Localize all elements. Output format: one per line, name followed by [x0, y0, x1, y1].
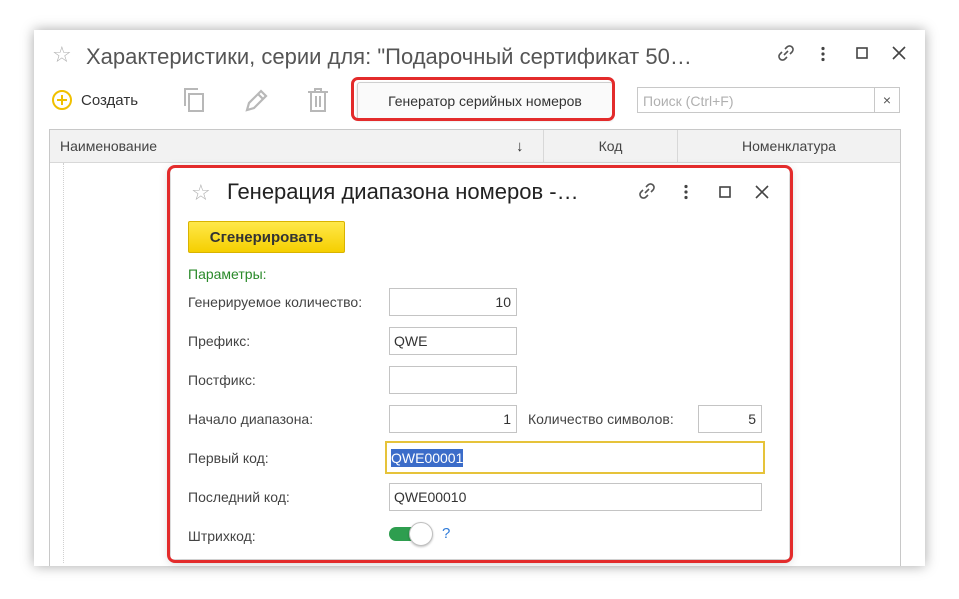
delete-trash-icon[interactable]: [306, 87, 330, 118]
window-title: Характеристики, серии для: "Подарочный с…: [86, 44, 692, 69]
create-button-label: Создать: [81, 91, 139, 109]
copy-icon[interactable]: [181, 86, 207, 119]
maximize-icon[interactable]: [856, 47, 868, 63]
link-icon[interactable]: [776, 43, 796, 67]
window-title-bar: ☆ Характеристики, серии для: "Подарочный…: [34, 30, 925, 80]
toolbar: Создать Генератор серийных номеров ×: [34, 77, 925, 124]
search-clear-button[interactable]: ×: [874, 87, 900, 113]
column-header-code[interactable]: Код: [544, 130, 677, 162]
search-field[interactable]: [637, 87, 875, 113]
edit-pencil-icon[interactable]: [243, 88, 269, 119]
sort-down-icon[interactable]: ↓: [516, 138, 524, 155]
close-icon[interactable]: [892, 46, 906, 64]
table-header: Наименование ↓ Код Номенклатура: [50, 130, 900, 163]
add-circle-icon: [52, 90, 72, 110]
favorite-star-icon[interactable]: ☆: [52, 44, 72, 66]
grid-row-guide: [63, 163, 65, 563]
column-header-nomenclature[interactable]: Номенклатура: [678, 130, 900, 162]
create-button[interactable]: Создать: [52, 88, 138, 112]
search-input[interactable]: [641, 89, 845, 113]
column-header-name[interactable]: Наименование: [60, 130, 157, 162]
highlight-frame-generator-button: [351, 77, 615, 121]
highlight-frame-dialog: [167, 165, 793, 563]
more-menu-icon[interactable]: [820, 46, 826, 66]
